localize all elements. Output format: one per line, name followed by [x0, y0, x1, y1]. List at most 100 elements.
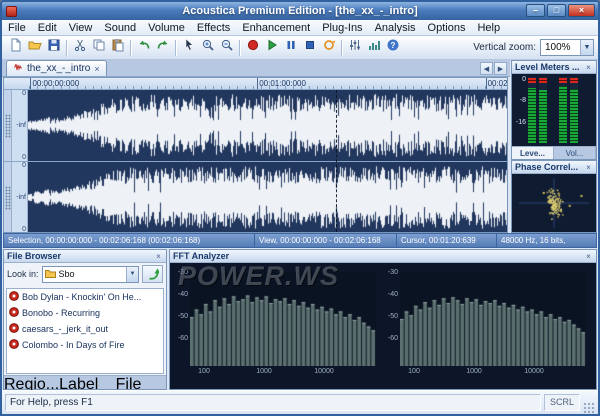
toolbar-redo-button[interactable]: [153, 38, 172, 57]
toolbar-undo-button[interactable]: [134, 38, 153, 57]
menu-item-file[interactable]: File: [2, 22, 32, 34]
toolbar-help-button[interactable]: ?: [383, 38, 402, 57]
close-icon[interactable]: ×: [154, 252, 163, 261]
chevron-down-icon[interactable]: ▼: [126, 267, 138, 282]
toolbar-record-button[interactable]: [243, 38, 262, 57]
fft-canvas-right: [400, 272, 586, 366]
fft-y-tick: -30: [382, 269, 398, 276]
close-button[interactable]: ×: [568, 4, 595, 17]
phase-scatter-canvas: [515, 176, 593, 230]
toolbar-pause-button[interactable]: [281, 38, 300, 57]
document-tab[interactable]: the_xx_-_intro ×: [6, 60, 107, 76]
cut-icon: [73, 38, 87, 57]
look-in-value: Sbo: [59, 269, 75, 279]
toolbar-zoom-in-button[interactable]: [198, 38, 217, 57]
phase-title-bar[interactable]: Phase Correl... ×: [512, 161, 596, 174]
save-icon: [47, 38, 61, 57]
new-file-icon: [9, 38, 23, 57]
menu-item-options[interactable]: Options: [422, 22, 472, 34]
menu-item-help[interactable]: Help: [471, 22, 506, 34]
meter-tab-vol[interactable]: Vol...: [554, 147, 596, 159]
fft-x-tick: 1000: [244, 368, 284, 375]
toolbar-separator: [66, 40, 67, 56]
look-in-combo[interactable]: Sbo ▼: [42, 266, 139, 283]
stop-icon: [303, 38, 317, 57]
close-icon[interactable]: ×: [584, 63, 593, 72]
menu-item-edit[interactable]: Edit: [32, 22, 63, 34]
toolbar-pointer-button[interactable]: [179, 38, 198, 57]
toolbar-copy-button[interactable]: [89, 38, 108, 57]
audio-file-icon: [9, 291, 19, 303]
menu-item-sound[interactable]: Sound: [98, 22, 142, 34]
file-list-item[interactable]: Colombo - In Days of Fire: [7, 337, 163, 353]
time-tick-label: 00:01:00:000: [257, 79, 306, 88]
fft-x-tick: 10000: [514, 368, 554, 375]
minimize-button[interactable]: –: [526, 4, 545, 17]
toolbar-stop-button[interactable]: [300, 38, 319, 57]
toolbar-zoom-out-button[interactable]: [217, 38, 236, 57]
playback-cursor[interactable]: [336, 90, 337, 232]
level-meters-title-bar[interactable]: Level Meters ... ×: [512, 61, 596, 74]
time-ruler[interactable]: 00:00:00:00000:01:00:00000:02: [4, 78, 507, 90]
tab-close-icon[interactable]: ×: [94, 64, 99, 74]
audio-file-icon: [9, 307, 19, 319]
fft-y-tick: -50: [382, 313, 398, 320]
meter-tab-leve[interactable]: Leve...: [512, 147, 554, 159]
file-list[interactable]: Bob Dylan - Knockin' On He...Bonobo - Re…: [6, 288, 164, 374]
fft-x-tick: 10000: [304, 368, 344, 375]
panel-tab-regio[interactable]: Regio...: [4, 376, 59, 389]
play-icon: [265, 38, 279, 57]
fft-spectrum-right: -30 -40 -50 -60 100 1000 10000: [382, 266, 588, 386]
fft-x-tick: 1000: [454, 368, 494, 375]
menu-item-plug-ins[interactable]: Plug-Ins: [316, 22, 368, 34]
menu-item-volume[interactable]: Volume: [142, 22, 191, 34]
waveform-canvas-left[interactable]: [28, 90, 508, 161]
waveform-editor[interactable]: 00:00:00:00000:01:00:00000:02 0 -inf 0 0…: [3, 77, 508, 233]
close-icon[interactable]: ×: [584, 163, 593, 172]
resize-grip[interactable]: [583, 402, 595, 414]
folder-up-button[interactable]: [142, 265, 163, 283]
open-folder-icon: [28, 38, 42, 57]
maximize-button[interactable]: □: [547, 4, 566, 17]
file-browser-title: File Browser: [7, 251, 61, 261]
panel-tab-labell[interactable]: Label L...: [59, 376, 116, 389]
title-bar[interactable]: Acoustica Premium Edition - [the_xx_-_in…: [2, 2, 598, 20]
waveform-channel-left[interactable]: 0 -inf 0: [4, 90, 507, 161]
chevron-down-icon[interactable]: ▼: [580, 40, 593, 55]
help-icon: ?: [386, 38, 400, 57]
meter-scale-label: -8: [520, 97, 526, 104]
toolbar-open-folder-button[interactable]: [25, 38, 44, 57]
toolbar-new-file-button[interactable]: [6, 38, 25, 57]
toolbar-paste-button[interactable]: [108, 38, 127, 57]
tab-scroll-left-button[interactable]: ◀: [480, 62, 493, 75]
zoom-out-icon: [220, 38, 234, 57]
waveform-channel-right[interactable]: 0 -inf 0: [4, 162, 507, 233]
menu-item-analysis[interactable]: Analysis: [369, 22, 422, 34]
file-browser-title-bar[interactable]: File Browser ×: [4, 250, 166, 263]
toolbar-play-button[interactable]: [262, 38, 281, 57]
close-icon[interactable]: ×: [584, 252, 593, 261]
toolbar-mixer-button[interactable]: [345, 38, 364, 57]
waveform-canvas-right[interactable]: [28, 162, 508, 233]
file-list-item[interactable]: Bonobo - Recurring: [7, 305, 163, 321]
db-ruler: 0 -inf 0: [12, 90, 28, 161]
tab-scroll-right-button[interactable]: ▶: [494, 62, 507, 75]
menu-item-enhancement[interactable]: Enhancement: [236, 22, 316, 34]
channel-drag-handle[interactable]: [4, 90, 12, 161]
audio-file-icon: [9, 339, 19, 351]
phase-correlation-panel: Phase Correl... ×: [511, 160, 597, 233]
toolbar-cut-button[interactable]: [70, 38, 89, 57]
vertical-zoom-value: 100%: [545, 42, 571, 53]
file-list-item[interactable]: caesars_-_jerk_it_out: [7, 321, 163, 337]
toolbar-spectrum-button[interactable]: [364, 38, 383, 57]
toolbar-save-button[interactable]: [44, 38, 63, 57]
channel-drag-handle[interactable]: [4, 162, 12, 233]
fft-spectrum-left: -30 -40 -50 -60 100 1000 10000: [172, 266, 378, 386]
vertical-zoom-combo[interactable]: 100% ▼: [540, 39, 594, 56]
fft-title-bar[interactable]: FFT Analyzer ×: [170, 250, 596, 263]
toolbar-loop-button[interactable]: [319, 38, 338, 57]
panel-tab-filebr[interactable]: File Br...: [116, 376, 166, 389]
file-list-item[interactable]: Bob Dylan - Knockin' On He...: [7, 289, 163, 305]
menu-item-view[interactable]: View: [63, 22, 99, 34]
menu-item-effects[interactable]: Effects: [191, 22, 236, 34]
